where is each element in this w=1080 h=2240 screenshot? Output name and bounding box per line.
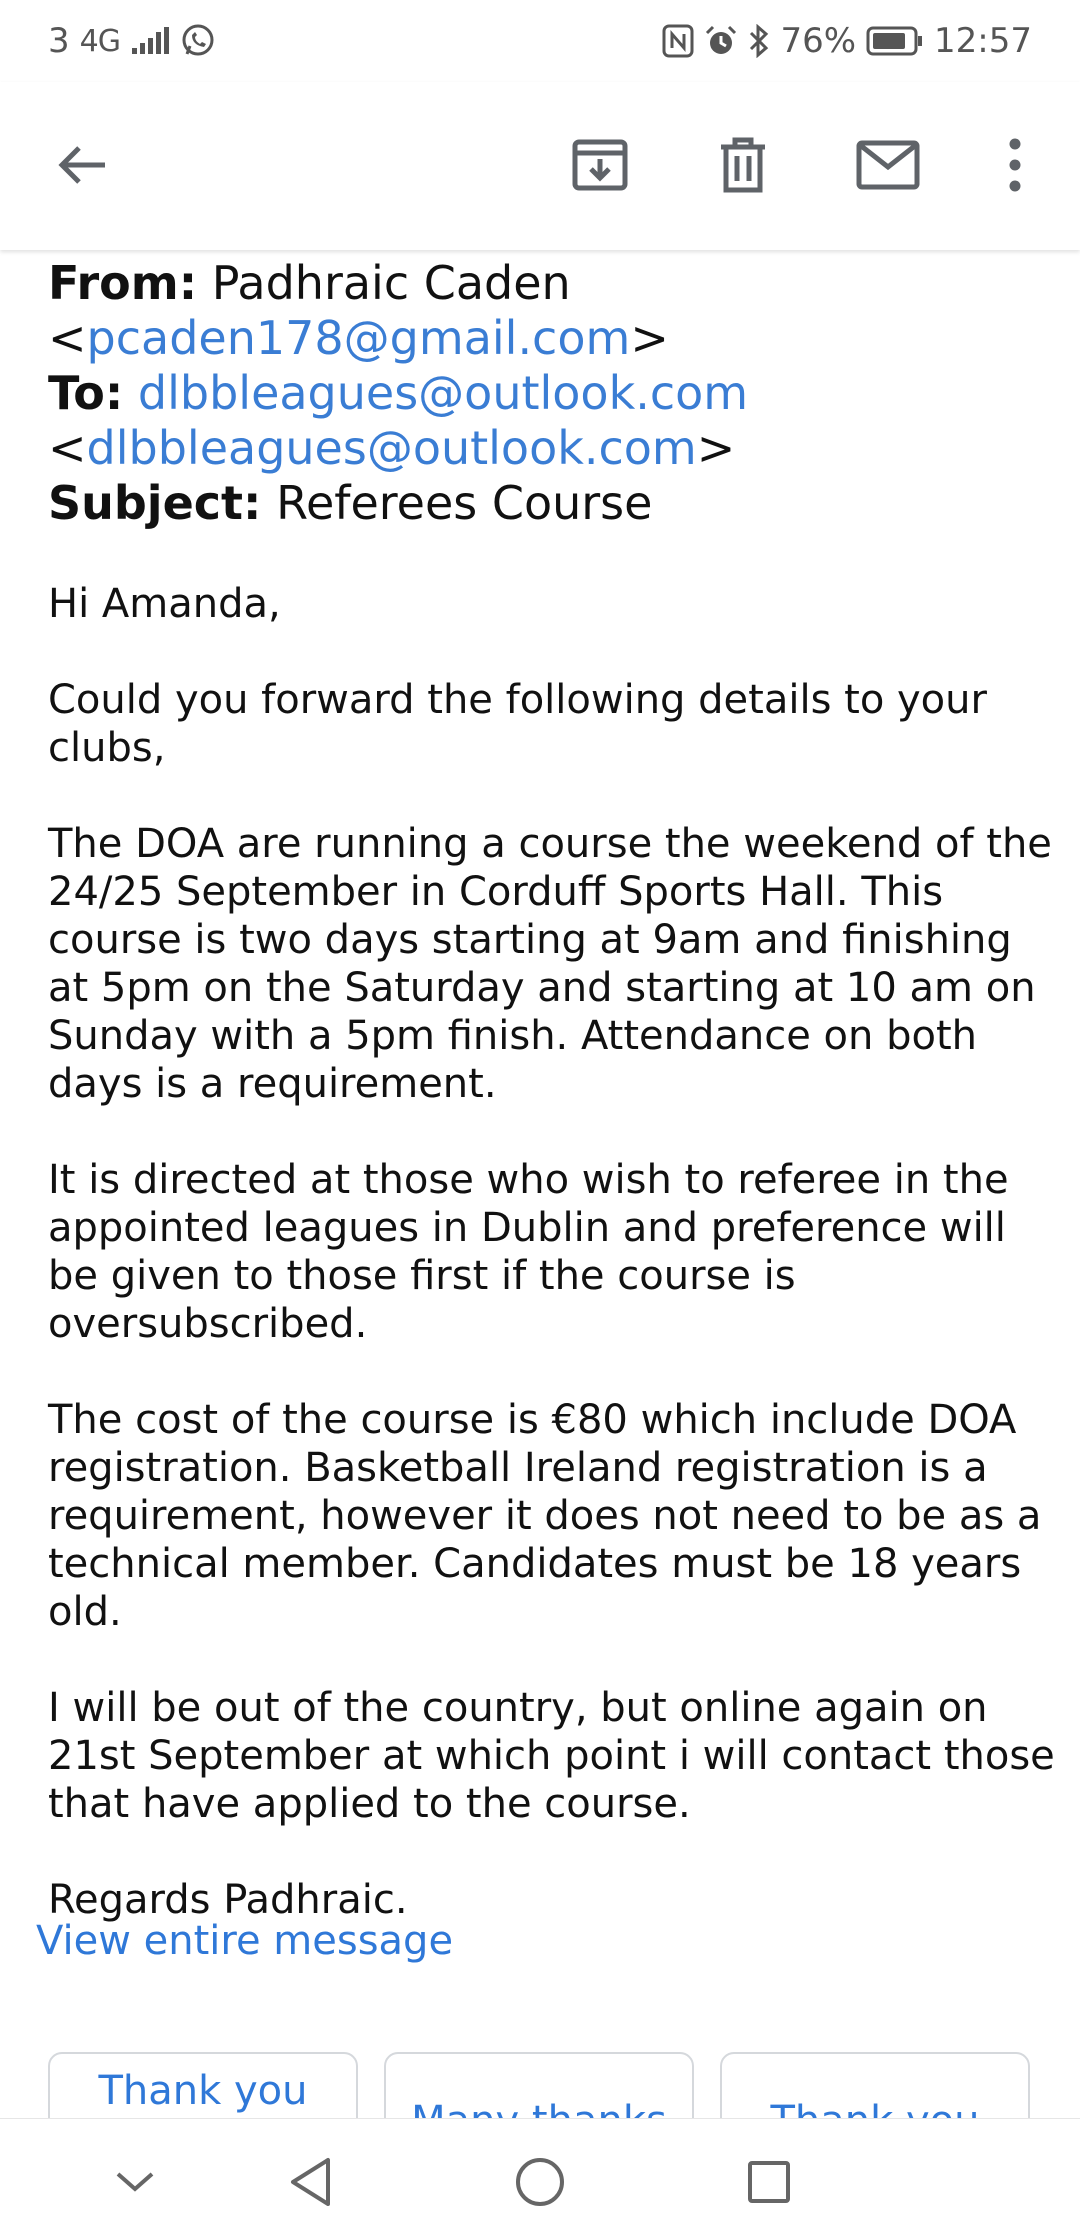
archive-icon <box>572 139 628 191</box>
clock: 12:57 <box>934 21 1032 61</box>
signoff: Regards Padhraic. <box>48 1877 408 1923</box>
nav-home-button[interactable] <box>505 2147 575 2217</box>
to-email-line: <dlbbleagues@outlook.com> <box>48 421 736 475</box>
smart-reply-chips: Thank you Many thanks Thank you <box>48 2052 1048 2118</box>
from-email-link[interactable]: pcaden178@gmail.com <box>87 311 631 365</box>
to-email-link[interactable]: dlbbleagues@outlook.com <box>87 421 697 475</box>
chevron-down-icon <box>116 2172 154 2192</box>
to-name-link[interactable]: dlbbleagues@outlook.com <box>138 366 748 420</box>
subject-line: Subject: Referees Course <box>48 476 1048 531</box>
network-type: 4G <box>79 23 121 59</box>
body-paragraph: Could you forward the following details … <box>48 677 987 771</box>
signal-icon <box>130 26 170 56</box>
nav-recent-button[interactable] <box>734 2147 804 2217</box>
whatsapp-icon <box>180 23 216 59</box>
battery-percent: 76% <box>780 21 857 61</box>
mail-icon <box>856 140 920 190</box>
from-email-line: <pcaden178@gmail.com> <box>48 311 669 365</box>
bluetooth-icon <box>748 24 770 58</box>
body-paragraph: It is directed at those who wish to refe… <box>48 1157 1009 1347</box>
smart-reply-thank-you-2[interactable]: Thank you <box>720 2052 1030 2118</box>
delete-icon <box>721 137 765 193</box>
mark-unread-button[interactable] <box>843 120 933 210</box>
message-body: Hi Amanda, Could you forward the followi… <box>48 580 1058 1972</box>
back-arrow-icon <box>58 146 105 184</box>
smart-reply-many-thanks[interactable]: Many thanks <box>384 2052 694 2118</box>
message-content: From: Padhraic Caden <pcaden178@gmail.co… <box>0 250 1080 2118</box>
hide-nav-button[interactable] <box>100 2147 170 2217</box>
view-entire-message-link[interactable]: View entire message <box>36 1918 453 1964</box>
nav-recent-icon <box>748 2161 790 2203</box>
more-vert-icon <box>1009 138 1021 192</box>
status-left: 3 4G <box>48 21 216 61</box>
nav-back-icon <box>291 2158 330 2206</box>
delete-button[interactable] <box>698 120 788 210</box>
alarm-icon <box>704 24 738 58</box>
greeting: Hi Amanda, <box>48 581 281 627</box>
from-label: From: <box>48 256 198 310</box>
subject-text: Referees Course <box>276 476 653 530</box>
from-line: From: Padhraic Caden <box>48 256 1048 311</box>
sim-indicator: 3 <box>48 21 70 61</box>
nav-home-icon <box>516 2158 564 2206</box>
from-name: Padhraic Caden <box>211 256 571 310</box>
nav-back-button[interactable] <box>276 2147 346 2217</box>
to-label: To: <box>48 366 124 420</box>
status-bar: 3 4G 76% 12:57 <box>0 0 1080 82</box>
status-right: 76% 12:57 <box>662 21 1032 61</box>
to-line: To: dlbbleagues@outlook.com <box>48 366 1048 421</box>
more-options-button[interactable] <box>970 120 1060 210</box>
smart-reply-thank-you[interactable]: Thank you <box>48 2052 358 2118</box>
quoted-headers: From: Padhraic Caden <pcaden178@gmail.co… <box>48 256 1048 531</box>
nfc-icon <box>662 24 694 58</box>
back-button[interactable] <box>38 120 128 210</box>
archive-button[interactable] <box>555 120 645 210</box>
subject-label: Subject: <box>48 476 262 530</box>
body-paragraph: The DOA are running a course the weekend… <box>48 821 1052 1107</box>
body-paragraph: I will be out of the country, but online… <box>48 1685 1055 1827</box>
system-navigation-bar <box>0 2118 1080 2240</box>
message-toolbar <box>0 82 1080 250</box>
body-paragraph: The cost of the course is €80 which incl… <box>48 1397 1042 1635</box>
battery-icon <box>866 26 924 56</box>
